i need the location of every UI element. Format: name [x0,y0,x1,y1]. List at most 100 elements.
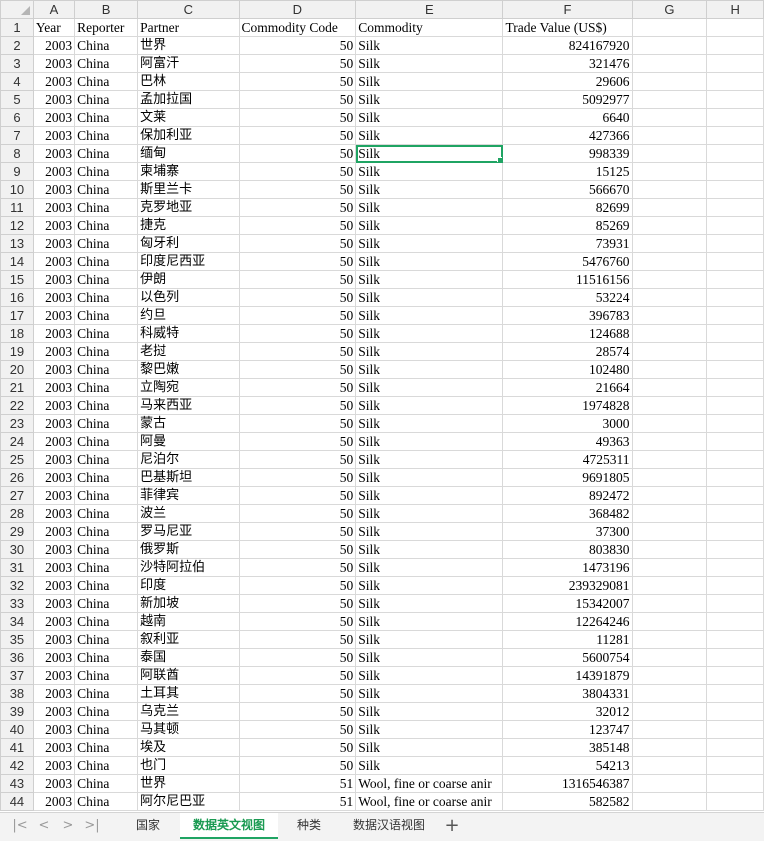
cell-empty[interactable] [631,90,708,109]
cell-partner[interactable]: 新加坡 [137,594,240,613]
cell-year[interactable]: 2003 [32,648,76,667]
cell-partner[interactable]: 斯里兰卡 [137,180,240,199]
cell-trade-value[interactable]: 9691805 [502,468,633,487]
cell-trade-value[interactable]: 37300 [502,522,633,541]
row-header[interactable]: 5 [0,90,34,109]
cell-trade-value[interactable]: 4725311 [502,450,633,469]
cell-reporter[interactable]: China [74,540,139,559]
cell-commodity[interactable]: Silk [355,396,504,415]
cell-reporter[interactable]: China [74,702,139,721]
cell-year[interactable]: 2003 [32,252,76,271]
cell-commodity[interactable]: Silk [355,90,504,109]
cell-partner[interactable]: 科威特 [137,324,240,343]
cell-year[interactable]: 2003 [32,90,76,109]
cell-reporter[interactable]: China [74,126,139,145]
row-header[interactable]: 13 [0,234,34,253]
cell-empty[interactable] [631,522,708,541]
row-header[interactable]: 1 [0,18,34,37]
cell-partner[interactable]: 马来西亚 [137,396,240,415]
cell-empty[interactable] [631,738,708,757]
cell-commodity-code[interactable]: 50 [238,630,357,649]
cell-year[interactable]: 2003 [32,720,76,739]
cell-year[interactable]: 2003 [32,108,76,127]
cell-empty[interactable] [706,288,764,307]
column-header[interactable]: D [238,0,357,19]
cell-empty[interactable] [706,756,764,775]
cell-empty[interactable] [631,486,708,505]
cell-header[interactable]: Year [32,18,76,37]
cell-trade-value[interactable]: 239329081 [502,576,633,595]
cell-empty[interactable] [631,306,708,325]
cell-trade-value[interactable]: 1316546387 [502,774,633,793]
cell-trade-value[interactable]: 32012 [502,702,633,721]
cell-trade-value[interactable]: 427366 [502,126,633,145]
cell-year[interactable]: 2003 [32,342,76,361]
cell-empty[interactable] [706,486,764,505]
cell-commodity[interactable]: Silk [355,306,504,325]
cell-commodity[interactable]: Silk [355,756,504,775]
cell-partner[interactable]: 匈牙利 [137,234,240,253]
cell-trade-value[interactable]: 123747 [502,720,633,739]
cell-commodity-code[interactable]: 50 [238,360,357,379]
cell-trade-value[interactable]: 5092977 [502,90,633,109]
cell-commodity-code[interactable]: 50 [238,432,357,451]
row-header[interactable]: 26 [0,468,34,487]
cell-empty[interactable] [706,558,764,577]
row-header[interactable]: 38 [0,684,34,703]
cell-empty[interactable] [706,630,764,649]
cell-reporter[interactable]: China [74,522,139,541]
cell-empty[interactable] [706,216,764,235]
cell-commodity[interactable]: Silk [355,288,504,307]
last-sheet-icon[interactable]: >| [82,817,102,835]
row-header[interactable]: 43 [0,774,34,793]
cell-trade-value[interactable]: 12264246 [502,612,633,631]
cell-reporter[interactable]: China [74,144,139,163]
cell-year[interactable]: 2003 [32,36,76,55]
cell-commodity-code[interactable]: 50 [238,756,357,775]
tab-data-english[interactable]: 数据英文视图 [180,813,278,839]
row-header[interactable]: 12 [0,216,34,235]
cell-trade-value[interactable]: 5600754 [502,648,633,667]
cell-commodity[interactable]: Silk [355,612,504,631]
cell-commodity[interactable]: Silk [355,378,504,397]
cell-empty[interactable] [706,252,764,271]
cell-commodity-code[interactable]: 50 [238,126,357,145]
cell-year[interactable]: 2003 [32,54,76,73]
row-header[interactable]: 8 [0,144,34,163]
column-header[interactable]: F [502,0,633,19]
cell-commodity-code[interactable]: 50 [238,558,357,577]
cell-empty[interactable] [631,594,708,613]
cell-reporter[interactable]: China [74,72,139,91]
cell-commodity[interactable]: Silk [355,72,504,91]
cell-commodity[interactable]: Silk [355,720,504,739]
cell-empty[interactable] [631,540,708,559]
cell-trade-value[interactable]: 321476 [502,54,633,73]
cell-year[interactable]: 2003 [32,234,76,253]
cell-year[interactable]: 2003 [32,144,76,163]
row-header[interactable]: 22 [0,396,34,415]
cell-trade-value[interactable]: 49363 [502,432,633,451]
cell-commodity-code[interactable]: 50 [238,72,357,91]
cell-reporter[interactable]: China [74,414,139,433]
cell-year[interactable]: 2003 [32,504,76,523]
row-header[interactable]: 21 [0,378,34,397]
cell-partner[interactable]: 菲律宾 [137,486,240,505]
cell-empty[interactable] [631,378,708,397]
row-header[interactable]: 23 [0,414,34,433]
cell-partner[interactable]: 土耳其 [137,684,240,703]
cell-year[interactable]: 2003 [32,126,76,145]
cell-empty[interactable] [706,432,764,451]
cell-trade-value[interactable]: 73931 [502,234,633,253]
cell-empty[interactable] [706,774,764,793]
row-header[interactable]: 11 [0,198,34,217]
cell-commodity-code[interactable]: 50 [238,90,357,109]
cell-year[interactable]: 2003 [32,324,76,343]
cell-trade-value[interactable]: 396783 [502,306,633,325]
cell-commodity-code[interactable]: 50 [238,36,357,55]
cell-empty[interactable] [631,612,708,631]
cell-commodity-code[interactable]: 50 [238,666,357,685]
cell-year[interactable]: 2003 [32,396,76,415]
cell-trade-value[interactable]: 5476760 [502,252,633,271]
cell-year[interactable]: 2003 [32,306,76,325]
cell-empty[interactable] [706,720,764,739]
